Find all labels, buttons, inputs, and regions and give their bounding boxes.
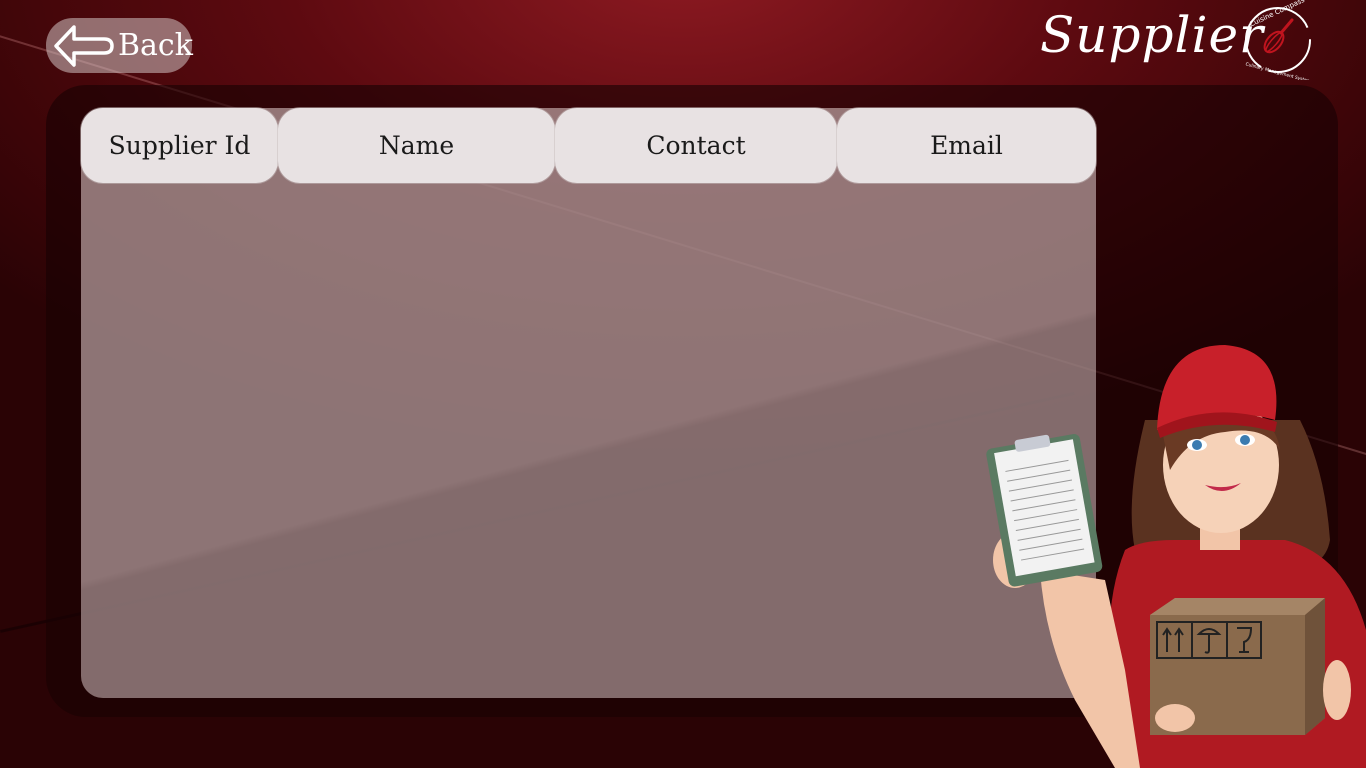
page-title: Supplier: [1040, 6, 1264, 64]
whisk-icon: [1263, 18, 1294, 54]
column-header-email[interactable]: Email: [837, 108, 1096, 183]
back-label: Back: [118, 28, 193, 63]
back-button[interactable]: Back: [46, 18, 193, 73]
table-header-row: Supplier Id Name Contact Email: [81, 108, 1096, 183]
table-background: [81, 108, 1096, 698]
supplier-table[interactable]: [81, 108, 1096, 698]
column-header-contact[interactable]: Contact: [555, 108, 837, 183]
delivery-woman-illustration: [986, 345, 1366, 768]
column-header-name[interactable]: Name: [278, 108, 555, 183]
logo-tagline: Culinary Management System: [1245, 61, 1312, 80]
column-header-supplier-id[interactable]: Supplier Id: [81, 108, 278, 183]
logo: Cuisine Compass Culinary Management Syst…: [1234, 0, 1320, 85]
left-arrow-icon: [54, 25, 114, 67]
